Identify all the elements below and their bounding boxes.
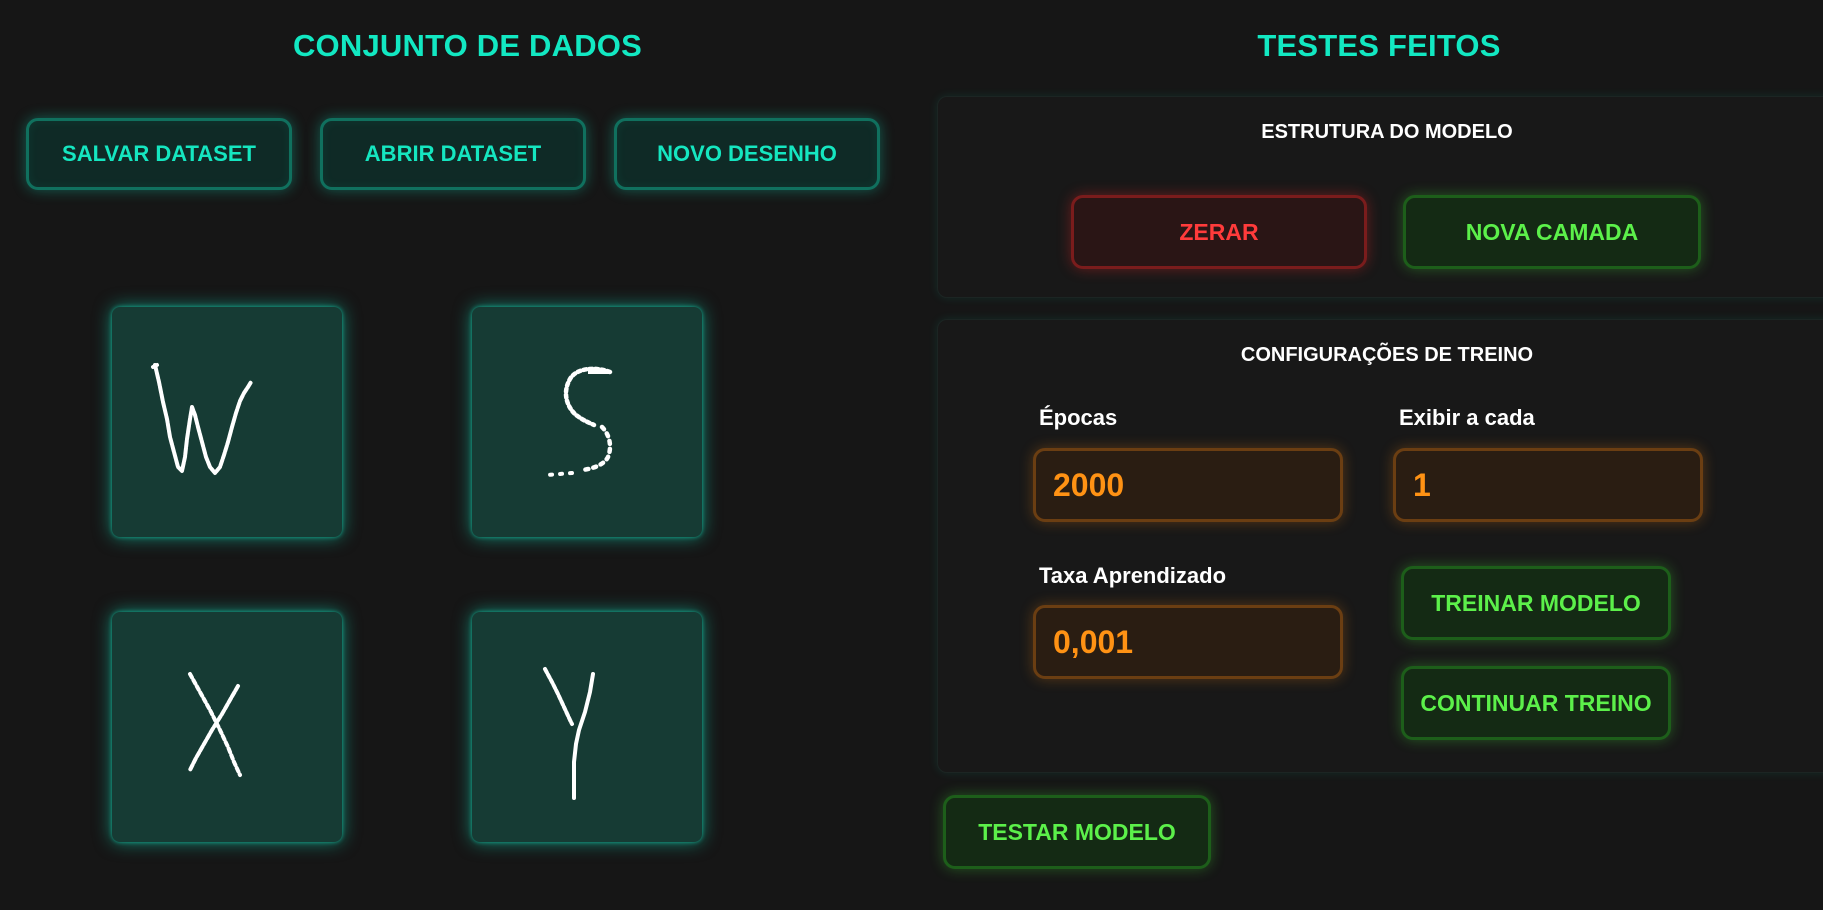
continue-training-button[interactable]: CONTINUAR TREINO [1401, 666, 1671, 740]
drawing-card-s[interactable]: S [472, 307, 702, 537]
training-config-title: CONFIGURAÇÕES DE TREINO [1240, 344, 1534, 366]
open-dataset-button[interactable]: ABRIR DATASET [320, 118, 586, 190]
drawing-s-strokes [545, 366, 613, 477]
save-dataset-button[interactable]: SALVAR DATASET [26, 118, 292, 190]
model-structure-panel: ESTRUTURA DO MODELO ZERAR NOVA CAMADA [937, 96, 1823, 298]
display-every-input[interactable] [1393, 448, 1703, 522]
new-layer-button[interactable]: NOVA CAMADA [1403, 195, 1701, 269]
drawing-w-strokes [151, 363, 253, 475]
reset-button[interactable]: ZERAR [1071, 195, 1367, 269]
drawing-y-strokes [543, 667, 595, 800]
model-structure-title: ESTRUTURA DO MODELO [1261, 121, 1513, 143]
epochs-input[interactable] [1033, 448, 1343, 522]
learning-rate-input[interactable] [1033, 605, 1343, 679]
test-model-button[interactable]: TESTAR MODELO [943, 795, 1211, 869]
learning-rate-label: Taxa Aprendizado [1039, 563, 1227, 588]
drawing-card-x[interactable]: X [112, 612, 342, 842]
train-model-button[interactable]: TREINAR MODELO [1401, 566, 1671, 640]
training-config-panel: CONFIGURAÇÕES DE TREINO Épocas Exibir a … [937, 319, 1823, 773]
display-every-label: Exibir a cada [1399, 405, 1535, 430]
dataset-title: CONJUNTO DE DADOS [292, 28, 643, 63]
drawing-x-strokes [188, 672, 242, 777]
drawing-card-w[interactable]: W [112, 307, 342, 537]
tests-title: TESTES FEITOS [1257, 28, 1501, 63]
drawing-card-y[interactable]: Y [472, 612, 702, 842]
epochs-label: Épocas [1039, 405, 1118, 430]
new-drawing-button[interactable]: NOVO DESENHO [614, 118, 880, 190]
